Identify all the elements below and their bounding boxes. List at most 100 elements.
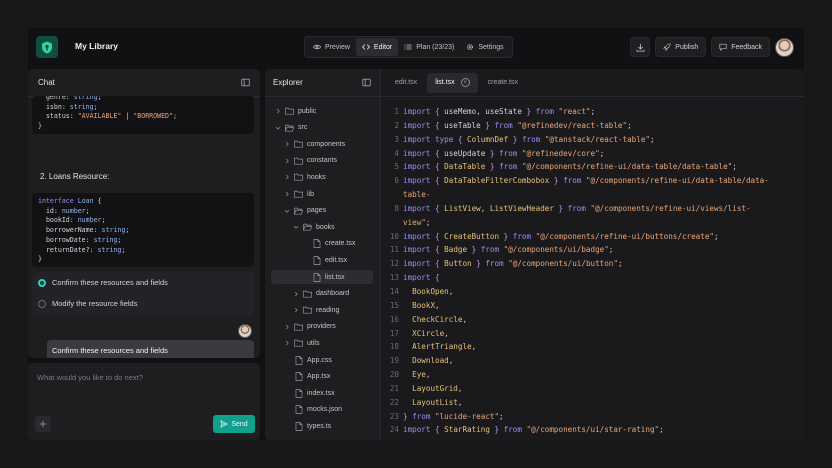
file-icon [313, 239, 321, 249]
tree-file[interactable]: App.css [295, 353, 332, 367]
rocket-icon [663, 43, 671, 51]
settings-tab-label: Settings [478, 43, 504, 51]
app-logo[interactable] [36, 36, 58, 58]
chevron-down-icon [275, 126, 281, 130]
option-modify-label: Modify the resource fields [52, 299, 138, 308]
code-line: 17 XCircle, [389, 328, 449, 338]
tree-folder[interactable]: providers [284, 320, 336, 334]
tree-item-label: utils [307, 339, 320, 347]
explorer-header: Explorer [265, 69, 380, 97]
tree-folder[interactable]: hooks [284, 170, 326, 184]
option-confirm[interactable]: Confirm these resources and fields [38, 278, 168, 287]
chevron-right-icon [285, 191, 289, 197]
tree-item-label: src [298, 124, 308, 132]
tree-file[interactable]: edit.tsx [313, 253, 347, 267]
send-button[interactable]: Send [213, 415, 255, 433]
tree-folder[interactable]: reading [293, 303, 339, 317]
tree-file[interactable]: types.ts [295, 419, 331, 433]
file-explorer: Explorer public src components constants hoo… [265, 69, 380, 440]
code-line: 13 import { [389, 273, 440, 283]
chat-section-heading: 2. Loans Resource: [40, 172, 110, 181]
gear-icon [467, 43, 474, 51]
tree-folder[interactable]: utils [284, 336, 319, 350]
editor-tabs: edit.tsx list.tsx × create.tsx [381, 69, 804, 97]
tab-label: edit.tsx [395, 79, 418, 86]
chat-composer: What would you like to do next? Send [28, 363, 260, 440]
chevron-right-icon [285, 158, 289, 164]
tree-file[interactable]: create.tsx [313, 237, 355, 251]
user-message-avatar [238, 324, 252, 338]
radio-selected[interactable] [38, 278, 46, 287]
radio-unselected[interactable] [38, 299, 46, 308]
sidebar-toggle-icon[interactable] [241, 78, 250, 87]
tree-folder[interactable]: public [275, 104, 316, 118]
chevron-right-icon [285, 141, 289, 147]
tree-file[interactable]: index.tsx [295, 386, 335, 400]
chat-header: Chat [28, 69, 260, 97]
download-button[interactable] [630, 37, 651, 57]
app-window: My Library Preview Editor Plan (23/23) S… [28, 28, 804, 440]
tree-file[interactable]: mocks.json [295, 403, 342, 417]
tree-folder[interactable]: dashboard [293, 287, 349, 301]
code-line: 22 LayoutList, [389, 397, 463, 407]
chevron-right-icon [285, 341, 289, 346]
header-actions: Publish Feedback [630, 37, 794, 57]
folder-open-icon [294, 207, 303, 215]
tree-item-label: App.css [307, 356, 332, 364]
download-icon [636, 43, 645, 52]
plus-icon [39, 420, 47, 428]
preview-tab[interactable]: Preview [307, 38, 356, 56]
chevron-right-icon [285, 175, 289, 180]
tree-folder[interactable]: constants [284, 154, 337, 168]
chat-panel: Chat genre: string; isbn: string; status… [28, 69, 260, 358]
tree-file[interactable]: list.tsx [271, 270, 373, 284]
tree-item-label: index.tsx [307, 389, 335, 397]
tree-folder[interactable]: components [284, 137, 345, 151]
code-line: 6 import { DataTableFilterCombobox } from… [394, 176, 769, 186]
code-icon [362, 44, 370, 50]
prompt-input[interactable]: What would you like to do next? [37, 373, 143, 382]
add-attachment-button[interactable] [35, 416, 51, 432]
close-tab-icon[interactable]: × [460, 78, 470, 87]
tree-folder[interactable]: src [275, 121, 307, 135]
plan-tab[interactable]: Plan (23/23) [398, 38, 460, 56]
chat-title: Chat [38, 78, 55, 87]
shield-logo-icon [42, 41, 52, 53]
code-line: view"; [403, 217, 431, 227]
code-line: 5 import { DataTable } from "@/components… [394, 162, 737, 172]
tree-item-label: public [298, 107, 317, 115]
tab-label: list.tsx [435, 79, 455, 86]
tree-item-label: App.tsx [307, 373, 331, 381]
code-line: 12 import { Button } from "@/components/u… [389, 259, 623, 269]
tree-item-label: list.tsx [325, 273, 345, 281]
folder-icon [294, 340, 303, 347]
choice-options: Confirm these resources and fields Modif… [32, 272, 254, 315]
code-line: 4 import { useUpdate } from "@refinedev/c… [394, 148, 605, 158]
chevron-right-icon [294, 291, 298, 296]
file-icon [313, 272, 321, 282]
user-avatar[interactable] [775, 37, 794, 57]
settings-tab[interactable]: Settings [460, 38, 509, 56]
chevron-down-icon [293, 226, 299, 229]
folder-icon [303, 290, 312, 298]
option-modify[interactable]: Modify the resource fields [38, 299, 137, 308]
publish-button[interactable]: Publish [655, 37, 707, 57]
editor-tab[interactable]: Editor [355, 38, 399, 56]
tab-create-tsx[interactable]: create.tsx [480, 73, 526, 93]
app-title: My Library [75, 41, 118, 51]
file-icon [295, 355, 303, 365]
tree-folder[interactable]: pages [284, 204, 326, 218]
tree-item-label: pages [307, 207, 327, 215]
folder-icon [294, 323, 303, 331]
feedback-button[interactable]: Feedback [711, 37, 770, 57]
code-content[interactable]: 1 import { useMemo, useState } from "reac… [381, 105, 804, 437]
folder-icon [294, 140, 303, 148]
tab-list-tsx[interactable]: list.tsx × [427, 72, 478, 93]
tree-folder[interactable]: lib [284, 187, 314, 201]
tree-file[interactable]: App.tsx [295, 370, 330, 384]
tree-folder[interactable]: books [293, 220, 335, 234]
code-line: 18 AlertTriangle, [389, 342, 477, 352]
tree-item-label: providers [307, 323, 336, 331]
sidebar-toggle-icon[interactable] [362, 78, 371, 87]
tab-edit-tsx[interactable]: edit.tsx [387, 73, 425, 93]
